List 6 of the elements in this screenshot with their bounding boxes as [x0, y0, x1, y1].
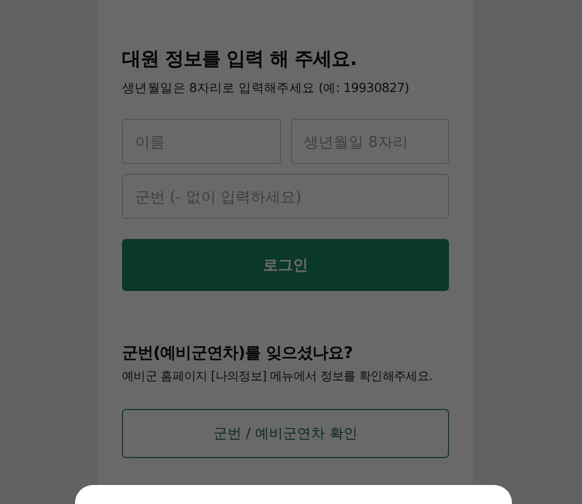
check-number-button[interactable]: 군번 / 예비군연차 확인 — [122, 409, 449, 458]
form-title: 대원 정보를 입력 해 주세요. — [122, 47, 358, 72]
login-button[interactable]: 로그인 — [122, 239, 449, 291]
help-title: 군번(예비군연차)를 잊으셨나요? — [122, 343, 354, 364]
birthdate-hint: 생년월일은 8자리로 입력해주세요 (예: 19930827) — [122, 80, 410, 97]
help-text: 예비군 홈페이지 [나의정보] 메뉴에서 정보를 확인해주세요. — [122, 368, 434, 385]
